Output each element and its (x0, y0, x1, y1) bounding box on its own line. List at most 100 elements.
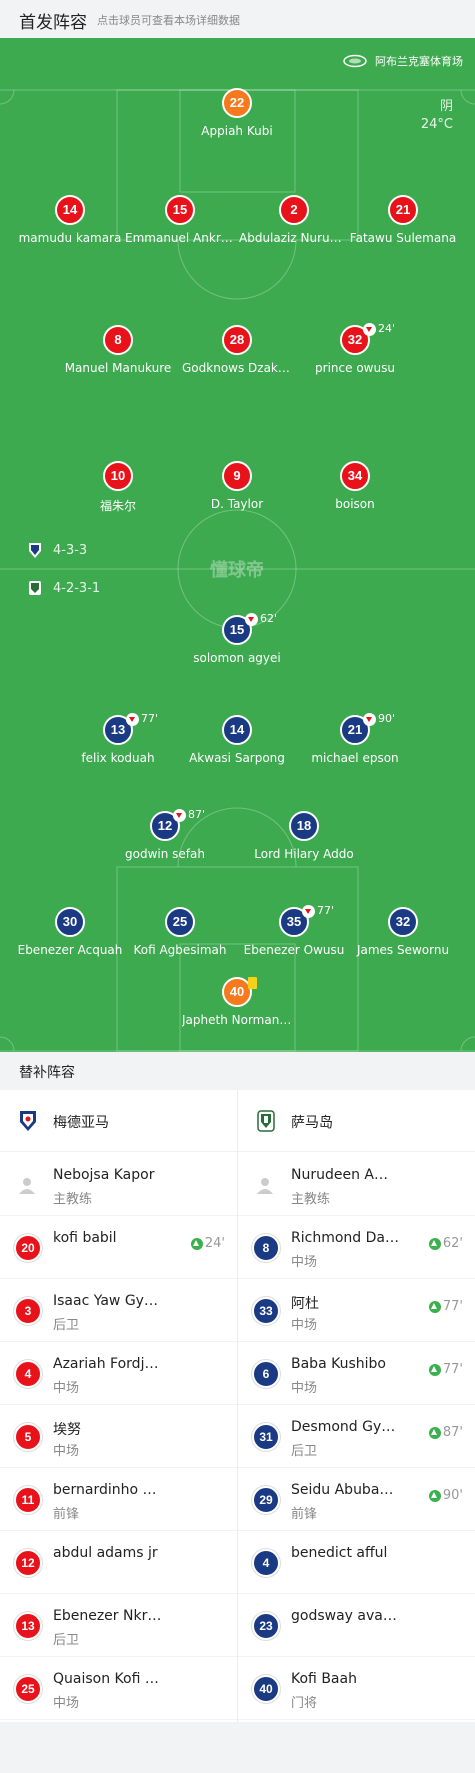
bench-position: 中场 (53, 1381, 80, 1396)
away-team-name: 萨马岛 (291, 1115, 333, 1131)
weather-condition: 阴 (439, 99, 453, 114)
player-name: michael epson (311, 751, 399, 765)
away-coach-row[interactable]: Nurudeen Amadu 主教练 (238, 1153, 475, 1216)
bench-position: 中场 (53, 1444, 80, 1459)
player-name: mamudu kamara (18, 231, 122, 245)
away-player-11[interactable]: 40 Japheth Normanyo (182, 977, 292, 1033)
away-player-3[interactable]: 14 Akwasi Sarpong (182, 715, 292, 771)
bench-number: 4 (14, 1360, 42, 1388)
player-name: D. Taylor (210, 497, 264, 511)
bench-name: Desmond Gyamfi (291, 1419, 401, 1435)
home-player-7[interactable]: 28 Godknows Dzakpasu (182, 325, 292, 381)
away-bench-player[interactable]: 40 Kofi Baah 门将 (238, 1657, 475, 1720)
home-bench-player[interactable]: 20 kofi babil 24' (0, 1216, 237, 1279)
bench-name: Seidu Abubakar (291, 1482, 401, 1498)
bench-title: 替补阵容 (19, 1065, 75, 1081)
away-bench-player[interactable]: 6 Baba Kushibo 中场 77' (238, 1342, 475, 1405)
home-player-5[interactable]: 21 Fatawu Sulemana (348, 195, 458, 251)
player-name: prince owusu (315, 361, 395, 375)
sub-out-icon (126, 713, 139, 726)
bench-number: 23 (252, 1612, 280, 1640)
bench-name: Kofi Baah (291, 1671, 357, 1687)
sub-out-minute: 90' (378, 712, 396, 725)
bench-position: 中场 (291, 1255, 318, 1270)
away-player-4[interactable]: 21 90' michael epson (300, 712, 410, 771)
away-bench-player[interactable]: 33 阿杜 中场 77' (238, 1279, 475, 1342)
stadium-icon (343, 54, 367, 68)
away-bench-player[interactable]: 31 Desmond Gyamfi 后卫 87' (238, 1405, 475, 1468)
away-player-5[interactable]: 12 87' godwin sefah (110, 808, 220, 867)
sub-out-minute: 77' (317, 904, 335, 917)
player-number: 18 (289, 811, 319, 841)
home-player-2[interactable]: 14 mamudu kamara (15, 195, 125, 251)
home-team-logo-icon (29, 543, 41, 558)
home-bench-player[interactable]: 5 埃努 中场 (0, 1405, 237, 1468)
sub-in-icon (428, 1237, 441, 1250)
home-player-3[interactable]: 15 Emmanuel Ankrah (125, 195, 235, 251)
away-bench-player[interactable]: 4 benedict afful (238, 1531, 475, 1594)
away-player-2[interactable]: 13 77' felix koduah (63, 712, 173, 771)
sub-in: 87' (428, 1425, 463, 1440)
home-bench-player[interactable]: 25 Quaison Kofi Mensah 中场 (0, 1657, 237, 1720)
away-player-10[interactable]: 32 James Sewornu (348, 907, 458, 963)
bench-number: 6 (252, 1360, 280, 1388)
home-player-1[interactable]: 22 Appiah Kubi (182, 88, 292, 144)
away-team-logo-icon (29, 581, 41, 595)
home-formation: 4-3-3 (26, 540, 87, 560)
coach-avatar-icon (19, 1178, 35, 1194)
home-bench-player[interactable]: 4 Azariah Fordjour 中场 (0, 1342, 237, 1405)
home-player-8[interactable]: 32 24' prince owusu (300, 322, 410, 381)
away-player-6[interactable]: 18 Lord Hilary Addo (249, 811, 359, 867)
player-number: 2 (279, 195, 309, 225)
bench-number: 20 (14, 1234, 42, 1262)
sub-in-minute: 77' (442, 1362, 463, 1377)
bench-number: 29 (252, 1486, 280, 1514)
home-bench-player[interactable]: 13 Ebenezer Nkrumah 后卫 (0, 1594, 237, 1657)
player-name: Ebenezer Acquah (17, 943, 123, 957)
bench-name: Nebojsa Kapor (53, 1167, 155, 1183)
sub-out-icon (245, 613, 258, 626)
away-player-9[interactable]: 35 77' Ebenezer Owusu (239, 904, 349, 963)
bench-number: 13 (14, 1612, 42, 1640)
home-bench-player[interactable]: 12 abdul adams jr (0, 1531, 237, 1594)
home-coach-row[interactable]: Nebojsa Kapor 主教练 (0, 1153, 237, 1216)
away-player-1[interactable]: 15 62' solomon agyei (182, 612, 292, 671)
temperature: 24°C (420, 117, 453, 132)
away-bench-player[interactable]: 8 Richmond Darko 中场 62' (238, 1216, 475, 1279)
away-bench-team[interactable]: 萨马岛 (238, 1090, 475, 1152)
bench-number: 33 (252, 1297, 280, 1325)
coach-avatar-icon (257, 1178, 273, 1194)
player-name: Kofi Agbesimah (133, 943, 227, 957)
bench-name: Richmond Darko (291, 1230, 401, 1246)
lineup-title: 首发阵容 (19, 13, 87, 33)
home-player-11[interactable]: 34 boison (300, 461, 410, 517)
away-bench-player[interactable]: 23 godsway avadzi (238, 1594, 475, 1657)
bench-name: Nurudeen Amadu (291, 1167, 401, 1183)
bench-name: Azariah Fordjour (53, 1356, 163, 1372)
home-bench-player[interactable]: 3 Isaac Yaw Gyamfi 后卫 (0, 1279, 237, 1342)
home-bench-team[interactable]: 梅德亚马 (0, 1090, 237, 1152)
bench-position: 主教练 (291, 1192, 331, 1207)
bench-name: Quaison Kofi Mensah (53, 1671, 163, 1687)
sub-out-minute: 77' (141, 712, 159, 725)
lineup-header: 首发阵容 点击球员可查看本场详细数据 (0, 0, 475, 38)
player-name: boison (335, 497, 375, 511)
sub-in-minute: 87' (442, 1425, 463, 1440)
player-number: 9 (222, 461, 252, 491)
home-player-4[interactable]: 2 Abdulaziz Nurudeen (239, 195, 349, 251)
bench-header: 替补阵容 (0, 1052, 475, 1090)
sub-out-minute: 87' (188, 808, 206, 821)
sub-in: 77' (428, 1299, 463, 1314)
sub-in-minute: 90' (442, 1488, 463, 1503)
away-player-7[interactable]: 30 Ebenezer Acquah (15, 907, 125, 963)
bench-name: Baba Kushibo (291, 1356, 386, 1372)
away-bench-player[interactable]: 29 Seidu Abubakar 前锋 90' (238, 1468, 475, 1531)
home-player-6[interactable]: 8 Manuel Manukure (63, 325, 173, 381)
bench-position: 中场 (291, 1318, 318, 1333)
home-player-9[interactable]: 10 福朱尔 (63, 461, 173, 517)
away-player-8[interactable]: 25 Kofi Agbesimah (125, 907, 235, 963)
home-bench-player[interactable]: 11 bernardinho ofori 前锋 (0, 1468, 237, 1531)
home-player-10[interactable]: 9 D. Taylor (182, 461, 292, 517)
bench-number: 3 (14, 1297, 42, 1325)
bench-name: Ebenezer Nkrumah (53, 1608, 163, 1624)
